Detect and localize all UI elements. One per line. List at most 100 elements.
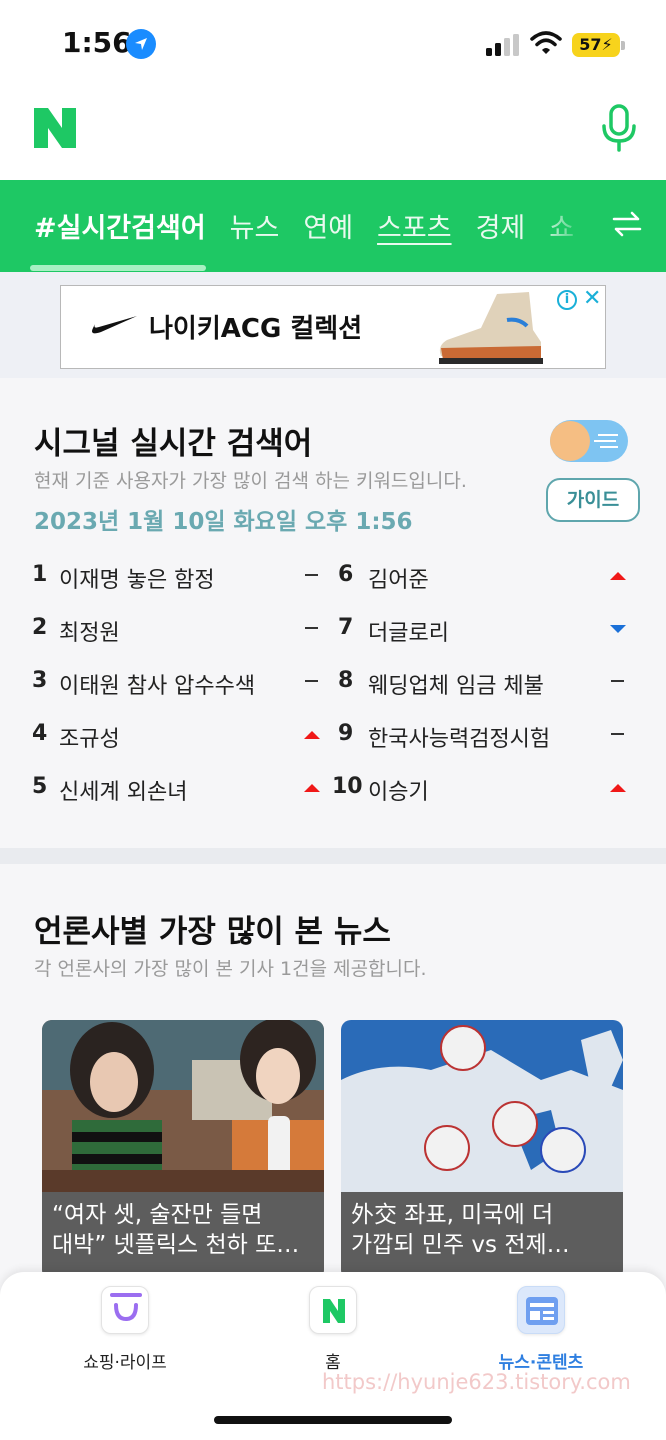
rank-number: 3 <box>32 668 48 693</box>
ad-text: 나이키ACG 컬렉션 <box>149 314 363 344</box>
rank-down-icon <box>608 615 628 641</box>
tab-realtime[interactable]: #실시간검색어 <box>34 206 206 245</box>
tab-label: 쇼핑·라이프 <box>83 1353 167 1373</box>
rank-same-icon <box>608 668 628 694</box>
speed-lines-icon <box>594 434 618 448</box>
rank-item[interactable]: 1 이재명 놓은 함정 <box>32 562 332 602</box>
most-viewed-news-section: 언론사별 가장 많이 본 뉴스 각 언론사의 가장 많이 본 기사 1건을 제공… <box>0 864 666 1294</box>
news-card[interactable]: “여자 셋, 술잔만 들면 대박” 넷플릭스 천하 또… <box>42 1020 324 1280</box>
rank-same-icon <box>608 721 628 747</box>
tab-economy[interactable]: 경제 <box>476 206 526 245</box>
news-headline-line1: “여자 셋, 술잔만 들면 <box>52 1202 263 1228</box>
status-time: 1:56 <box>62 26 132 59</box>
rank-up-icon <box>302 774 322 800</box>
bottom-tab-bar: 쇼핑·라이프 홈 뉴스·콘텐츠 <box>0 1272 666 1440</box>
status-bar: 1:56 57⚡ <box>0 0 666 90</box>
naver-logo[interactable] <box>34 108 76 148</box>
shoe-image <box>439 292 543 364</box>
voice-search-icon[interactable] <box>598 104 640 152</box>
rank-number: 7 <box>338 615 354 640</box>
news-contents-icon <box>517 1286 565 1334</box>
news-headline-line1: 外交 좌표, 미국에 더 <box>351 1202 554 1228</box>
news-caption: 外交 좌표, 미국에 더 가깝되 민주 vs 전제… <box>341 1192 623 1280</box>
toggle-knob <box>550 421 590 461</box>
rank-up-icon <box>608 562 628 588</box>
rank-keyword: 이승기 <box>368 780 429 805</box>
rank-number: 2 <box>32 615 48 640</box>
news-thumbnail <box>341 1020 623 1192</box>
rank-number: 9 <box>338 721 354 746</box>
rank-same-icon <box>302 668 322 694</box>
tab-news-contents[interactable]: 뉴스·콘텐츠 <box>471 1286 611 1373</box>
tab-home[interactable]: 홈 <box>263 1286 403 1373</box>
rank-up-icon <box>302 721 322 747</box>
section-title: 시그널 실시간 검색어 <box>34 426 313 462</box>
realtime-search-section: 시그널 실시간 검색어 현재 기준 사용자가 가장 많이 검색 하는 키워드입니… <box>0 378 666 848</box>
rank-keyword: 이재명 놓은 함정 <box>59 568 215 593</box>
battery-indicator: 57⚡ <box>572 33 620 57</box>
news-card[interactable]: 外交 좌표, 미국에 더 가깝되 민주 vs 전제… <box>341 1020 623 1280</box>
section-title: 언론사별 가장 많이 본 뉴스 <box>34 914 391 950</box>
rank-item[interactable]: 8 웨딩업체 임금 체불 <box>338 668 638 708</box>
tab-shopping-life[interactable]: 쇼핑·라이프 <box>55 1286 195 1373</box>
news-headline-line2: 가깝되 민주 vs 전제… <box>351 1232 570 1258</box>
rank-same-icon <box>302 615 322 641</box>
rank-item[interactable]: 6 김어준 <box>338 562 638 602</box>
rank-keyword: 웨딩업체 임금 체불 <box>368 674 544 699</box>
home-indicator[interactable] <box>214 1416 452 1424</box>
rank-item[interactable]: 7 더글로리 <box>338 615 638 655</box>
category-nav: #실시간검색어 뉴스 연예 스포츠 경제 쇼 <box>0 180 666 272</box>
rank-item[interactable]: 10 이승기 <box>332 774 632 814</box>
rank-number: 10 <box>332 774 363 799</box>
section-divider <box>0 848 666 864</box>
rank-keyword: 이태원 참사 압수수색 <box>59 674 256 699</box>
rank-keyword: 최정원 <box>59 621 120 646</box>
watermark: https://hyunje623.tistory.com <box>322 1370 631 1394</box>
rank-keyword: 신세계 외손녀 <box>59 780 188 805</box>
wifi-icon <box>530 31 562 54</box>
ad-area: 나이키ACG 컬렉션 i ✕ <box>0 272 666 378</box>
rank-item[interactable]: 5 신세계 외손녀 <box>32 774 332 814</box>
rank-item[interactable]: 2 최정원 <box>32 615 332 655</box>
signal-toggle[interactable] <box>550 420 628 462</box>
rank-item[interactable]: 9 한국사능력검정시험 <box>338 721 638 761</box>
ad-info-icon[interactable]: i <box>557 290 577 310</box>
rank-number: 4 <box>32 721 48 746</box>
nike-logo <box>92 316 137 334</box>
news-caption: “여자 셋, 술잔만 들면 대박” 넷플릭스 천하 또… <box>42 1192 324 1280</box>
rank-number: 6 <box>338 562 354 587</box>
section-subtitle: 각 언론사의 가장 많이 본 기사 1건을 제공합니다. <box>34 958 427 980</box>
tab-entertainment[interactable]: 연예 <box>303 206 353 245</box>
news-headline-line2: 대박” 넷플릭스 천하 또… <box>52 1232 300 1258</box>
location-icon <box>126 29 156 59</box>
shopping-icon <box>101 1286 149 1334</box>
section-subtitle: 현재 기준 사용자가 가장 많이 검색 하는 키워드입니다. <box>34 470 467 492</box>
ad-banner[interactable]: 나이키ACG 컬렉션 i ✕ <box>60 285 606 369</box>
ad-close-icon[interactable]: ✕ <box>583 286 601 311</box>
rank-number: 8 <box>338 668 354 693</box>
category-tabs: #실시간검색어 뉴스 연예 스포츠 경제 쇼 <box>34 206 594 245</box>
battery-tip <box>621 41 625 50</box>
rank-number: 1 <box>32 562 48 587</box>
rank-same-icon <box>302 562 322 588</box>
guide-button[interactable]: 가이드 <box>546 478 640 522</box>
datetime-label: 2023년 1월 10일 화요일 오후 1:56 <box>34 509 413 535</box>
tab-news[interactable]: 뉴스 <box>230 206 280 245</box>
tab-sports[interactable]: 스포츠 <box>377 206 452 245</box>
nav-fade <box>540 180 600 272</box>
app-header <box>0 90 666 180</box>
signal-icon <box>486 34 519 56</box>
rank-item[interactable]: 4 조규성 <box>32 721 332 761</box>
rank-keyword: 한국사능력검정시험 <box>368 727 551 752</box>
rank-item[interactable]: 3 이태원 참사 압수수색 <box>32 668 332 708</box>
reorder-tabs-icon[interactable] <box>612 210 642 238</box>
active-tab-indicator <box>30 265 206 271</box>
naver-home-icon <box>309 1286 357 1334</box>
rank-keyword: 조규성 <box>59 727 120 752</box>
rank-keyword: 더글로리 <box>368 621 449 646</box>
rank-keyword: 김어준 <box>368 568 429 593</box>
charging-icon: ⚡ <box>601 35 613 54</box>
rank-up-icon <box>608 774 628 800</box>
rank-number: 5 <box>32 774 48 799</box>
news-thumbnail <box>42 1020 324 1192</box>
